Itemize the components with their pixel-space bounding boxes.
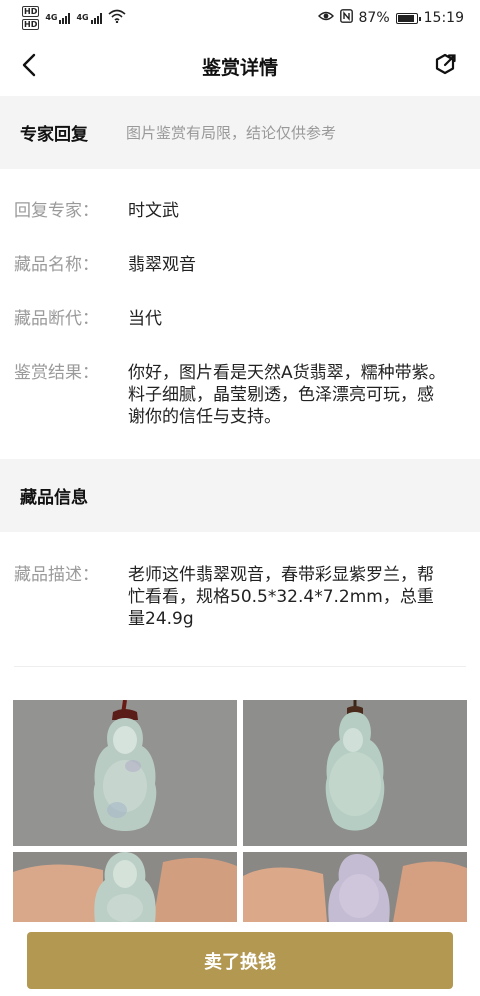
expert-name: 时文武: [128, 201, 179, 221]
back-button[interactable]: [14, 50, 44, 80]
hd-indicators: HD HD: [22, 6, 40, 30]
nav-header: 鉴赏详情: [0, 36, 480, 96]
share-icon: [435, 53, 456, 75]
photo-hand-back[interactable]: [243, 852, 467, 922]
info-label: 藏品断代：: [14, 309, 99, 329]
info-row-item-name: 藏品名称： 翡翠观音: [14, 254, 466, 276]
expert-reply-title: 专家回复: [20, 125, 88, 145]
hd-icon: HD: [22, 19, 40, 30]
disclaimer-note: 图片鉴赏有局限，结论仅供参考: [126, 124, 337, 142]
clock: 15:19: [423, 10, 464, 26]
wifi-icon: [108, 9, 126, 27]
eye-comfort-icon: [317, 10, 334, 26]
expert-reply-bar: 专家回复 图片鉴赏有局限，结论仅供参考: [0, 96, 480, 169]
battery-icon: [395, 12, 421, 24]
status-left: HD HD 4G 4G: [22, 6, 126, 30]
divider: [14, 666, 466, 667]
info-label: 藏品名称：: [14, 255, 99, 275]
sell-button[interactable]: 卖了换钱: [27, 932, 453, 989]
item-description: 老师这件翡翠观音，春带彩显紫罗兰，帮忙看看，规格50.5*32.4*7.2mm，…: [128, 565, 434, 629]
item-name: 翡翠观音: [128, 255, 196, 275]
chevron-left-icon: [22, 53, 36, 77]
photo-front[interactable]: [13, 700, 237, 846]
battery-percent: 87%: [358, 10, 390, 26]
share-button[interactable]: [430, 50, 460, 80]
info-row-description: 藏品描述： 老师这件翡翠观音，春带彩显紫罗兰，帮忙看看，规格50.5*32.4*…: [14, 564, 466, 630]
signal-icon: 4G: [76, 12, 102, 24]
item-info-title: 藏品信息: [20, 488, 88, 508]
appraisal-result: 你好，图片看是天然A货翡翠，糯种带紫。料子细腻，晶莹剔透，色泽漂亮可玩，感谢你的…: [128, 363, 446, 427]
info-row-expert: 回复专家： 时文武: [14, 200, 466, 222]
info-label: 回复专家：: [14, 201, 99, 221]
item-dating: 当代: [128, 309, 162, 329]
hd-icon: HD: [22, 6, 40, 17]
page-title: 鉴赏详情: [201, 56, 278, 79]
item-info-bar: 藏品信息: [0, 459, 480, 532]
photo-hand-front[interactable]: [13, 852, 237, 922]
signal-icon: 4G: [45, 12, 71, 24]
bottom-action-bar: 卖了换钱: [0, 922, 480, 996]
status-right: 87% 15:19: [317, 9, 464, 27]
info-label: 鉴赏结果：: [14, 363, 99, 383]
nfc-icon: [339, 9, 353, 27]
photo-back[interactable]: [243, 700, 467, 846]
status-bar: HD HD 4G 4G 87% 15:19: [0, 0, 480, 36]
info-row-dating: 藏品断代： 当代: [14, 308, 466, 330]
info-label: 藏品描述：: [14, 565, 99, 585]
info-row-result: 鉴赏结果： 你好，图片看是天然A货翡翠，糯种带紫。料子细腻，晶莹剔透，色泽漂亮可…: [14, 362, 466, 428]
